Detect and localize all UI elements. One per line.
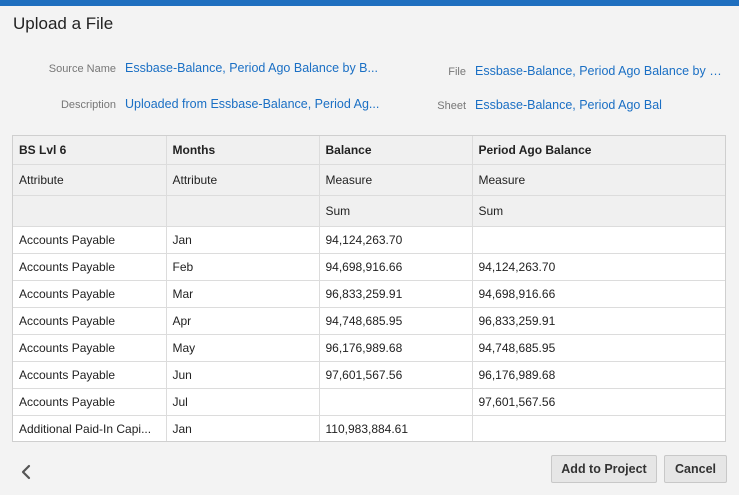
- table-cell: 97,601,567.56: [319, 361, 473, 389]
- table-row: Accounts Payable May 96,176,989.68 94,74…: [13, 334, 725, 362]
- dialog-title: Upload a File: [13, 14, 114, 33]
- table-row: Accounts Payable Apr 94,748,685.95 96,83…: [13, 307, 725, 335]
- table-cell: Accounts Payable: [13, 226, 167, 254]
- column-aggregation[interactable]: [13, 195, 167, 227]
- column-aggregation[interactable]: Sum: [472, 195, 725, 227]
- table-cell: 94,124,263.70: [472, 253, 725, 281]
- back-button[interactable]: [17, 461, 35, 483]
- cancel-button[interactable]: Cancel: [664, 455, 727, 483]
- preview-table: BS Lvl 6 Months Balance Period Ago Balan…: [13, 136, 725, 441]
- table-cell: 96,176,989.68: [319, 334, 473, 362]
- table-cell: 94,698,916.66: [472, 280, 725, 308]
- column-aggregation[interactable]: [166, 195, 320, 227]
- column-header[interactable]: Period Ago Balance: [472, 136, 725, 165]
- table-cell: 110,983,884.61: [319, 415, 473, 441]
- column-type-row: Attribute Attribute Measure Measure: [13, 164, 725, 196]
- table-cell: Mar: [166, 280, 320, 308]
- table-cell: Accounts Payable: [13, 334, 167, 362]
- column-type[interactable]: Attribute: [166, 164, 320, 196]
- column-type[interactable]: Attribute: [13, 164, 167, 196]
- table-cell: Jun: [166, 361, 320, 389]
- source-name-value[interactable]: Essbase-Balance, Period Ago Balance by B…: [125, 61, 380, 75]
- table-cell: 94,748,685.95: [319, 307, 473, 335]
- table-cell: [319, 388, 473, 416]
- column-type[interactable]: Measure: [319, 164, 473, 196]
- file-label: File: [448, 66, 466, 78]
- aggregation-row: Sum Sum: [13, 195, 725, 227]
- table-cell: Jan: [166, 226, 320, 254]
- table-cell: Additional Paid-In Capi...: [13, 415, 167, 441]
- table-cell: Feb: [166, 253, 320, 281]
- table-row: Accounts Payable Feb 94,698,916.66 94,12…: [13, 253, 725, 281]
- table-cell: Accounts Payable: [13, 388, 167, 416]
- table-cell: [472, 226, 725, 254]
- table-cell: [472, 415, 725, 441]
- add-to-project-button[interactable]: Add to Project: [551, 455, 657, 483]
- table-cell: Apr: [166, 307, 320, 335]
- table-cell: 96,833,259.91: [472, 307, 725, 335]
- sheet-label: Sheet: [437, 100, 466, 112]
- column-header-row: BS Lvl 6 Months Balance Period Ago Balan…: [13, 136, 725, 165]
- column-type[interactable]: Measure: [472, 164, 725, 196]
- table-cell: Accounts Payable: [13, 253, 167, 281]
- table-cell: Jan: [166, 415, 320, 441]
- chevron-left-icon: [21, 464, 31, 480]
- table-row: Accounts Payable Jul 97,601,567.56: [13, 388, 725, 416]
- description-value[interactable]: Uploaded from Essbase-Balance, Period Ag…: [125, 97, 380, 111]
- top-accent-bar: [0, 0, 739, 6]
- table-cell: May: [166, 334, 320, 362]
- column-header[interactable]: BS Lvl 6: [13, 136, 167, 165]
- table-cell: 96,176,989.68: [472, 361, 725, 389]
- table-cell: Jul: [166, 388, 320, 416]
- table-row: Accounts Payable Jan 94,124,263.70: [13, 226, 725, 254]
- data-preview-grid: BS Lvl 6 Months Balance Period Ago Balan…: [12, 135, 726, 442]
- table-cell: Accounts Payable: [13, 361, 167, 389]
- table-row: Additional Paid-In Capi... Jan 110,983,8…: [13, 415, 725, 441]
- column-header[interactable]: Months: [166, 136, 320, 165]
- table-cell: 96,833,259.91: [319, 280, 473, 308]
- column-aggregation[interactable]: Sum: [319, 195, 473, 227]
- table-cell: 94,748,685.95: [472, 334, 725, 362]
- table-cell: 94,124,263.70: [319, 226, 473, 254]
- description-label: Description: [60, 99, 116, 111]
- table-cell: 97,601,567.56: [472, 388, 725, 416]
- column-header[interactable]: Balance: [319, 136, 473, 165]
- source-name-label: Source Name: [48, 63, 116, 75]
- file-value[interactable]: Essbase-Balance, Period Ago Balance by B…: [475, 64, 727, 78]
- table-row: Accounts Payable Mar 96,833,259.91 94,69…: [13, 280, 725, 308]
- table-row: Accounts Payable Jun 97,601,567.56 96,17…: [13, 361, 725, 389]
- sheet-value[interactable]: Essbase-Balance, Period Ago Bal: [475, 98, 727, 112]
- table-cell: Accounts Payable: [13, 307, 167, 335]
- table-cell: Accounts Payable: [13, 280, 167, 308]
- table-cell: 94,698,916.66: [319, 253, 473, 281]
